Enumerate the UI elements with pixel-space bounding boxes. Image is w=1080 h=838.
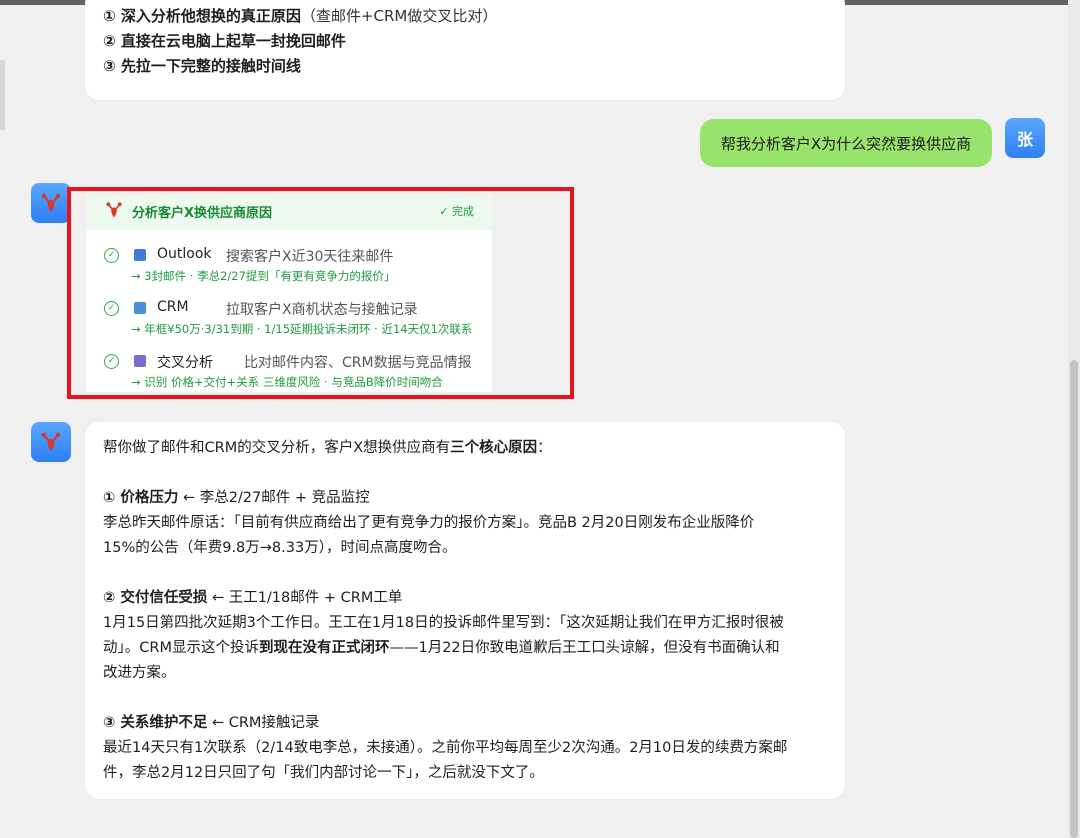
task-card-title: 分析客户X换供应商原因 [132,206,273,221]
intro-colon: ： [537,440,552,456]
task-step-outlook: ✓ Outlook 搜索客户X近30天往来邮件 → 3封邮件 · 李总2/27提… [104,246,489,286]
reason-2-line-2-c: ——1月22日你致电道歉后王工口头谅解，但没有书面确认和 [389,640,780,656]
task-card-header: 分析客户X换供应商原因 ✓ 完成 [86,194,492,230]
reason-3-title: ③ 关系维护不足 [103,715,208,731]
assistant-avatar [31,422,71,462]
reason-1-line-2: 15%的公告（年费9.8万→8.33万），时间点高度吻合。 [103,540,457,556]
previous-assistant-message: ① 深入分析他想换的真正原因（查邮件+CRM做交叉比对） ② 直接在云电脑上起草… [85,0,845,100]
reason-3-source: ← CRM接触记录 [207,715,320,731]
outlook-icon [134,249,146,261]
intro-text: 帮你做了邮件和CRM的交叉分析，客户X想换供应商有 [103,440,451,456]
option-1[interactable]: ① 深入分析他想换的真正原因（查邮件+CRM做交叉比对） [103,6,497,26]
reason-2-line-3: 改进方案。 [103,665,176,681]
option-2[interactable]: ② 直接在云电脑上起草一封挽回邮件 [103,31,346,51]
option-1-label: ① 深入分析他想换的真正原因 [103,7,301,25]
option-2-label: ② 直接在云电脑上起草一封挽回邮件 [103,32,346,50]
step-description: 搜索客户X近30天往来邮件 [226,249,394,265]
reason-2-line-2-a: 动」。CRM显示这个投诉 [103,640,259,656]
lobster-icon [106,202,122,218]
left-edge-panel [0,60,5,130]
user-message-text: 帮我分析客户X为什么突然要换供应商 [720,134,972,153]
analysis-intro: 帮你做了邮件和CRM的交叉分析，客户X想换供应商有三个核心原因： [103,436,552,461]
option-3-label: ③ 先拉一下完整的接触时间线 [103,57,301,75]
step-description: 比对邮件内容、CRM数据与竞品情报 [244,355,472,371]
step-description: 拉取客户X商机状态与接触记录 [226,302,418,318]
reason-2-title: ② 交付信任受损 [103,590,208,606]
step-tool-name: 交叉分析 [157,355,213,371]
assistant-avatar [31,183,71,223]
check-circle-icon: ✓ [104,301,119,316]
reason-2-line-1: 1月15日第四批次延期3个工作日。王工在1月18日的投诉邮件里写到：「这次延期让… [103,615,784,631]
lobster-icon [41,193,61,212]
task-progress-card[interactable]: 分析客户X换供应商原因 ✓ 完成 ✓ Outlook 搜索客户X近30天往来邮件… [86,194,492,392]
task-step-crm: ✓ CRM 拉取客户X商机状态与接触记录 → 年框¥50万·3/31到期 · 1… [104,299,489,339]
reason-1-line-1: 李总昨天邮件原话：「目前有供应商给出了更有竞争力的报价方案」。竞品B 2月20日… [103,515,755,531]
option-3[interactable]: ③ 先拉一下完整的接触时间线 [103,56,301,76]
chart-icon [134,355,146,367]
reason-3-heading: ③ 关系维护不足 ← CRM接触记录 [103,711,319,736]
lobster-icon [41,432,61,451]
reason-1-heading: ① 价格压力 ← 李总2/27邮件 + 竞品监控 [103,486,370,511]
step-tool-name: CRM [157,299,189,315]
step-result: → 识别 价格+交付+关系 三维度风险 · 与竞品B降价时间吻合 [131,375,443,389]
intro-highlight: 三个核心原因 [450,440,538,456]
step-result: → 年框¥50万·3/31到期 · 1/15延期投诉未闭环 · 近14天仅1次联… [131,322,473,336]
user-avatar[interactable]: 张 [1005,118,1045,158]
task-step-cross-analysis: ✓ 交叉分析 比对邮件内容、CRM数据与竞品情报 → 识别 价格+交付+关系 三… [104,352,489,392]
reason-3-line-1: 最近14天只有1次联系（2/14致电李总，未接通）。之前你平均每周至少2次沟通。… [103,740,788,756]
user-message-bubble: 帮我分析客户X为什么突然要换供应商 [700,119,992,167]
task-status-badge: ✓ 完成 [439,205,474,218]
reason-2-line-2: 动」。CRM显示这个投诉到现在没有正式闭环——1月22日你致电道歉后王工口头谅解… [103,636,780,661]
reason-1-title: ① 价格压力 [103,490,179,506]
scrollbar-thumb[interactable] [1070,360,1078,838]
user-avatar-initial: 张 [1016,130,1033,149]
crm-icon [134,302,146,314]
step-tool-name: Outlook [157,246,212,262]
option-1-note: （查邮件+CRM做交叉比对） [300,7,498,25]
assistant-analysis-message: 帮你做了邮件和CRM的交叉分析，客户X想换供应商有三个核心原因： ① 价格压力 … [85,422,845,799]
reason-3-line-2: 件，李总2月12日只回了句「我们内部讨论一下」，之后就没下文了。 [103,765,544,781]
reason-1-source: ← 李总2/27邮件 + 竞品监控 [178,490,370,506]
reason-2-source: ← 王工1/18邮件 + CRM工单 [207,590,403,606]
check-circle-icon: ✓ [104,354,119,369]
check-circle-icon: ✓ [104,248,119,263]
reason-2-heading: ② 交付信任受损 ← 王工1/18邮件 + CRM工单 [103,586,402,611]
step-result: → 3封邮件 · 李总2/27提到「有更有竞争力的报价」 [131,269,396,283]
reason-2-line-2-highlight: 到现在没有正式闭环 [258,640,390,656]
